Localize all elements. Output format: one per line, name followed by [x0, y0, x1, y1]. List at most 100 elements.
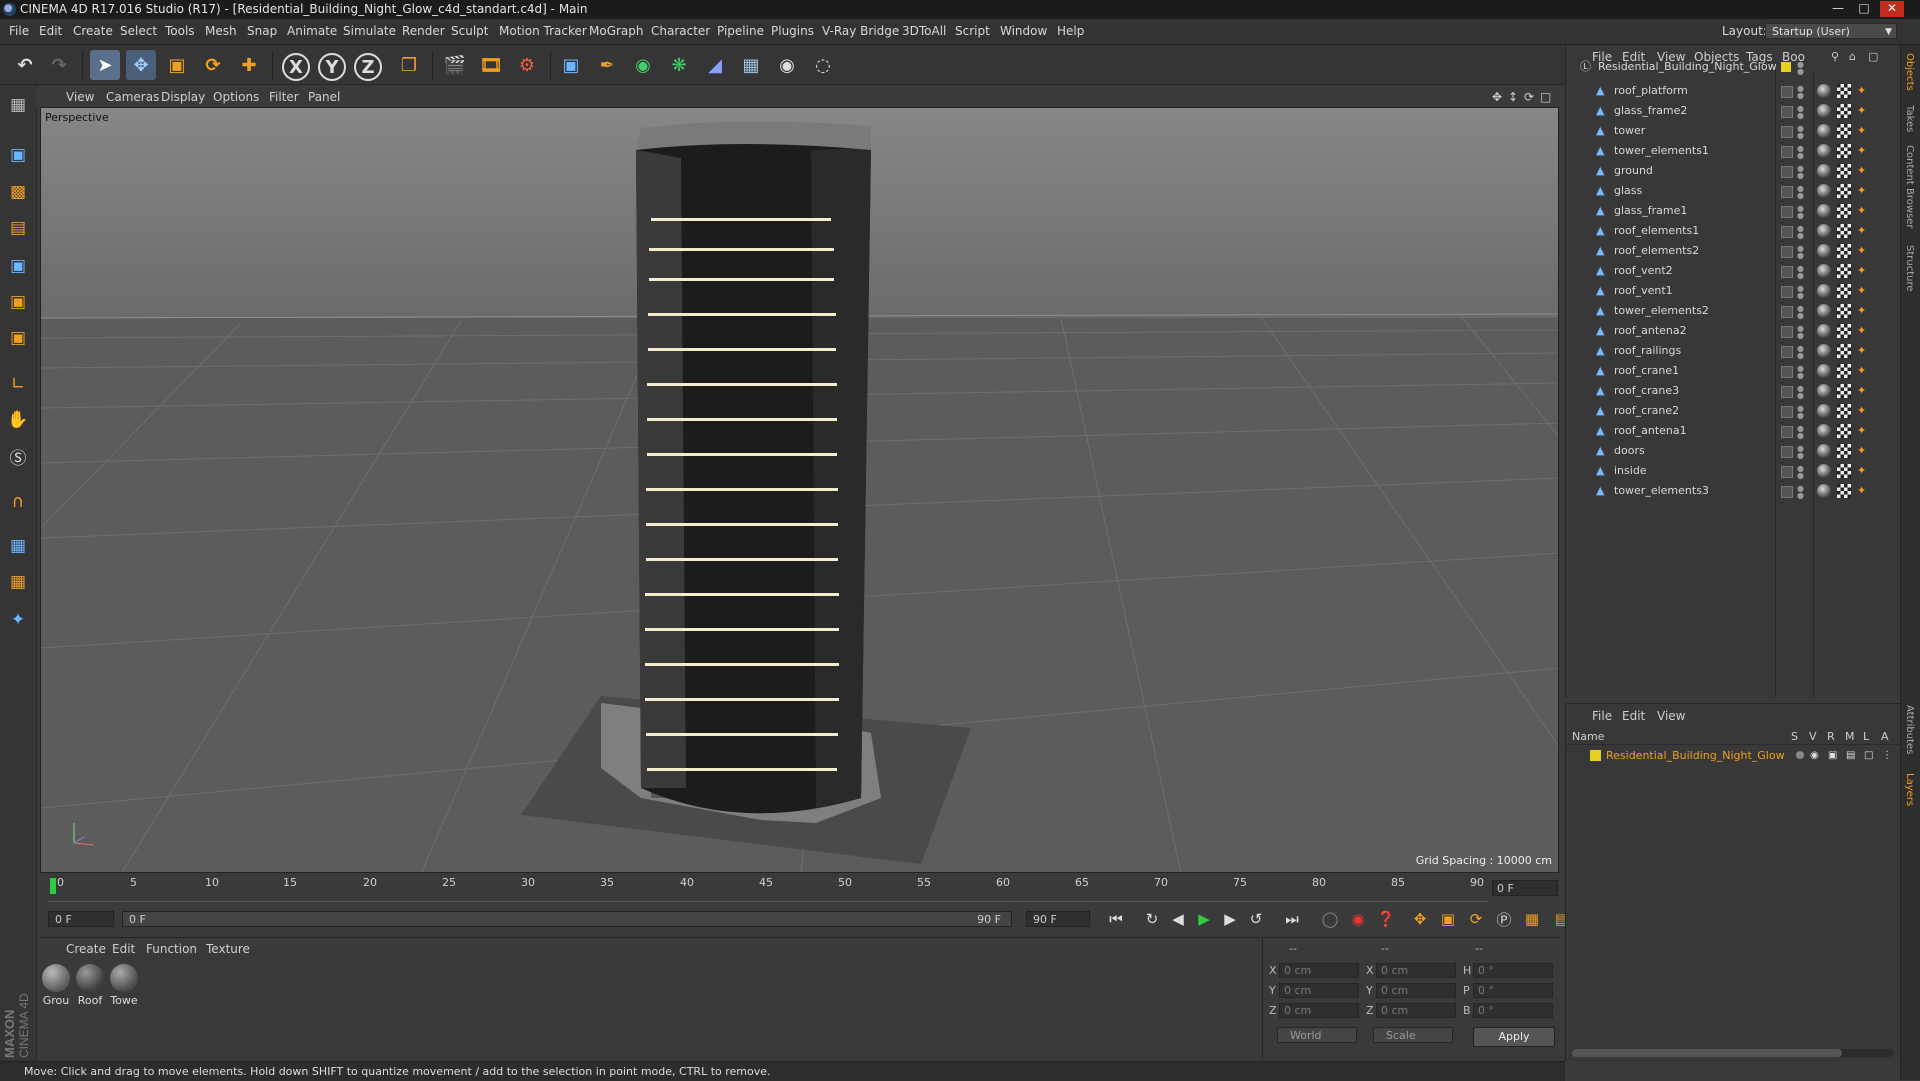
menu-mesh[interactable]: Mesh	[205, 19, 237, 44]
texture-tag-icon[interactable]	[1837, 244, 1851, 258]
points-mode-icon[interactable]: ▣	[3, 251, 33, 281]
viewport-nav-zoom-icon[interactable]: ↕	[1508, 87, 1518, 107]
viewport-menu-display[interactable]: Display	[161, 87, 205, 107]
object-row[interactable]: ▲ tower_elements1 ● ● ✦	[1566, 142, 1901, 162]
x-axis-toggle[interactable]: X	[282, 53, 310, 81]
phong-tag-icon[interactable]	[1817, 164, 1831, 178]
texture-tag-icon[interactable]	[1837, 464, 1851, 478]
visibility-dots[interactable]: ● ●	[1797, 85, 1804, 100]
menu-help[interactable]: Help	[1057, 19, 1084, 44]
texture-tag-icon[interactable]	[1837, 144, 1851, 158]
layer-toggle[interactable]	[1781, 86, 1793, 98]
visibility-dots[interactable]: ● ●	[1797, 385, 1804, 400]
object-row[interactable]: ▲ ground ● ● ✦	[1566, 162, 1901, 182]
phong-tag-icon[interactable]	[1817, 104, 1831, 118]
viewport-nav-rotate-icon[interactable]: ⟳	[1524, 87, 1534, 107]
y-axis-toggle[interactable]: Y	[318, 53, 346, 81]
workplane-lock-icon[interactable]: ▦	[3, 531, 33, 561]
phong-tag-icon[interactable]	[1817, 84, 1831, 98]
tab-objects[interactable]: Objects	[1904, 53, 1915, 91]
object-row[interactable]: ▲ glass_frame1 ● ● ✦	[1566, 202, 1901, 222]
key-position-icon[interactable]: ✥	[1408, 907, 1432, 931]
viewport-menu-filter[interactable]: Filter	[269, 87, 299, 107]
step-back-icon[interactable]: ◀	[1166, 907, 1190, 931]
material-tag-icon[interactable]: ✦	[1857, 404, 1871, 418]
tab-content-browser[interactable]: Content Browser	[1904, 145, 1915, 228]
texture-tag-icon[interactable]	[1837, 284, 1851, 298]
phong-tag-icon[interactable]	[1817, 484, 1831, 498]
camera-icon[interactable]: ◉	[772, 50, 802, 80]
size-z-field[interactable]: 0 cm	[1376, 1003, 1456, 1018]
tab-layers[interactable]: Layers	[1904, 773, 1915, 806]
scrollbar-thumb[interactable]	[1572, 1049, 1842, 1057]
render-icon[interactable]: ▣	[1828, 750, 1837, 761]
material-menu-edit[interactable]: Edit	[112, 938, 135, 960]
subdivision-surface-icon[interactable]: ◉	[628, 50, 658, 80]
visibility-dots[interactable]: ● ●	[1797, 185, 1804, 200]
deformer-icon[interactable]: ◢	[700, 50, 730, 80]
workplane-mode-icon[interactable]: ▤	[3, 213, 33, 243]
menu-motion-tracker[interactable]: Motion Tracker	[499, 19, 587, 44]
size-x-field[interactable]: 0 cm	[1376, 963, 1456, 978]
visibility-dots[interactable]: ● ●	[1797, 425, 1804, 440]
material-tag-icon[interactable]: ✦	[1857, 84, 1871, 98]
object-row[interactable]: ▲ tower ● ● ✦	[1566, 122, 1901, 142]
layer-toggle[interactable]	[1781, 226, 1793, 238]
menu-script[interactable]: Script	[955, 19, 990, 44]
cloner-icon[interactable]: ❋	[664, 50, 694, 80]
layer-toggle[interactable]	[1781, 306, 1793, 318]
menu-pipeline[interactable]: Pipeline	[717, 19, 764, 44]
visibility-dots[interactable]: ● ●	[1797, 145, 1804, 160]
visibility-dots[interactable]: ● ●	[1797, 285, 1804, 300]
layer-toggle[interactable]	[1781, 446, 1793, 458]
object-row-root[interactable]: Ⓛ Residential_Building_Night_Glow ● ●	[1566, 58, 1901, 78]
texture-tag-icon[interactable]	[1837, 164, 1851, 178]
menu-select[interactable]: Select	[120, 19, 157, 44]
axis-mode-icon[interactable]: ∟	[3, 369, 33, 399]
layer-row[interactable]: Residential_Building_Night_Glow ◉ ▣ ▤ □ …	[1566, 747, 1901, 765]
phong-tag-icon[interactable]	[1817, 284, 1831, 298]
layer-toggle[interactable]	[1781, 426, 1793, 438]
position-y-field[interactable]: 0 cm	[1279, 983, 1359, 998]
object-row[interactable]: ▲ glass ● ● ✦	[1566, 182, 1901, 202]
maximize-icon[interactable]: □	[1852, 1, 1876, 17]
position-x-field[interactable]: 0 cm	[1279, 963, 1359, 978]
texture-tag-icon[interactable]	[1837, 264, 1851, 278]
object-row[interactable]: ▲ tower_elements3 ● ● ✦	[1566, 482, 1901, 502]
phong-tag-icon[interactable]	[1817, 124, 1831, 138]
start-frame-field[interactable]: 0 F	[48, 911, 114, 927]
texture-tag-icon[interactable]	[1837, 404, 1851, 418]
model-mode-icon[interactable]: ▣	[3, 140, 33, 170]
coord-mode-select[interactable]: World	[1277, 1027, 1357, 1043]
phong-tag-icon[interactable]	[1817, 424, 1831, 438]
viewport-menu-view[interactable]: View	[66, 87, 94, 107]
timeline-ruler[interactable]: 0 5 10 15 20 25 30 35 40 45 50 55 60 65 …	[40, 875, 1559, 902]
layer-toggle[interactable]	[1781, 386, 1793, 398]
size-y-field[interactable]: 0 cm	[1376, 983, 1456, 998]
layer-toggle[interactable]	[1781, 406, 1793, 418]
material-tag-icon[interactable]: ✦	[1857, 384, 1871, 398]
menu-simulate[interactable]: Simulate	[343, 19, 396, 44]
visibility-dots[interactable]: ● ●	[1797, 365, 1804, 380]
undo-icon[interactable]: ↶	[10, 50, 40, 80]
rotation-b-field[interactable]: 0 °	[1473, 1003, 1553, 1018]
tab-structure[interactable]: Structure	[1904, 245, 1915, 292]
texture-tag-icon[interactable]	[1837, 184, 1851, 198]
menu-render[interactable]: Render	[402, 19, 445, 44]
object-row[interactable]: ▲ glass_frame2 ● ● ✦	[1566, 102, 1901, 122]
key-pla-icon[interactable]: ▦	[1520, 907, 1544, 931]
layer-scrollbar[interactable]	[1572, 1049, 1894, 1057]
texture-tag-icon[interactable]	[1837, 104, 1851, 118]
object-row[interactable]: ▲ roof_antena1 ● ● ✦	[1566, 422, 1901, 442]
material-menu-create[interactable]: Create	[66, 938, 106, 960]
key-scale-icon[interactable]: ▣	[1436, 907, 1460, 931]
autokey-icon[interactable]: ❓	[1374, 907, 1398, 931]
goto-start-icon[interactable]: ⏮	[1104, 907, 1128, 931]
material-tag-icon[interactable]: ✦	[1857, 304, 1871, 318]
rotation-p-field[interactable]: 0 °	[1473, 983, 1553, 998]
snap-s-icon[interactable]: Ⓢ	[3, 441, 33, 471]
layer-toggle[interactable]	[1781, 366, 1793, 378]
python-icon[interactable]: ✦	[3, 605, 33, 635]
texture-tag-icon[interactable]	[1837, 484, 1851, 498]
tab-takes[interactable]: Takes	[1904, 105, 1915, 132]
